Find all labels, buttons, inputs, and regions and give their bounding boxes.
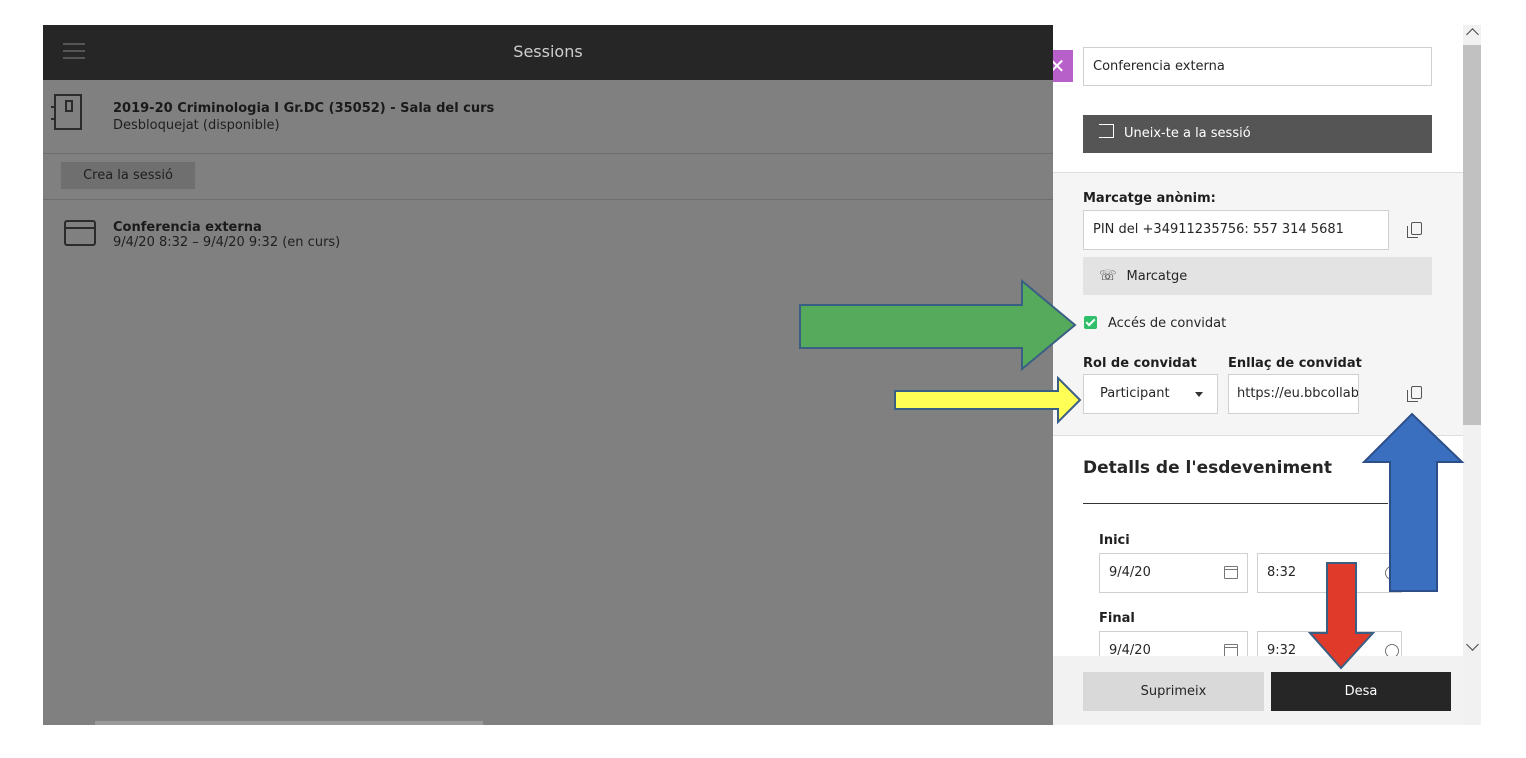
course-status: Desbloquejat (disponible) <box>113 118 280 133</box>
clock-icon[interactable] <box>1385 566 1399 580</box>
panel-footer: Suprimeix Desa <box>1053 656 1463 725</box>
scroll-down-icon[interactable] <box>1466 638 1479 651</box>
session-settings-panel: ✕ Conferencia externa Uneix-te a la sess… <box>1053 25 1463 725</box>
join-session-button[interactable]: Uneix-te a la sessió <box>1083 115 1432 153</box>
page-title: Sessions <box>513 42 583 61</box>
guest-link-field[interactable]: https://eu.bbcollab.com <box>1228 374 1359 414</box>
session-list-item[interactable]: Conferencia externa 9/4/20 8:32 – 9/4/20… <box>43 200 1053 260</box>
session-title: Conferencia externa <box>113 220 262 235</box>
close-icon[interactable]: ✕ <box>1053 50 1073 82</box>
session-time: 9/4/20 8:32 – 9/4/20 9:32 (en curs) <box>113 235 341 250</box>
start-label: Inici <box>1099 533 1130 548</box>
dial-label: Marcatge <box>1126 269 1188 284</box>
join-session-label: Uneix-te a la sessió <box>1124 126 1251 141</box>
course-room-row[interactable]: 2019-20 Criminologia I Gr.DC (35052) - S… <box>43 80 1053 154</box>
scroll-up-icon[interactable] <box>1466 28 1479 41</box>
guest-link-label: Enllaç de convidat <box>1228 356 1362 371</box>
anon-dial-label: Marcatge anònim: <box>1083 191 1216 206</box>
top-bar: Sessions <box>43 25 1053 80</box>
divider <box>1053 435 1463 436</box>
section-rule <box>1083 503 1388 504</box>
create-session-button[interactable]: Crea la sessió <box>61 162 195 189</box>
guest-role-value: Participant <box>1100 386 1170 401</box>
room-door-icon <box>51 94 82 130</box>
scrollbar-thumb[interactable] <box>1463 45 1481 425</box>
chevron-down-icon <box>1195 392 1203 397</box>
start-time-input[interactable]: 8:32 <box>1257 553 1402 593</box>
event-details-title: Detalls de l'esdeveniment <box>1083 458 1332 478</box>
collaborate-app: Sessions 2019-20 Criminologia I Gr.DC (3… <box>43 25 1481 725</box>
dial-button[interactable]: ☏ Marcatge <box>1083 257 1432 295</box>
create-session-row: Crea la sessió <box>43 154 1053 200</box>
calendar-icon <box>64 220 96 246</box>
session-name-input[interactable]: Conferencia externa <box>1083 47 1432 86</box>
course-title: 2019-20 Criminologia I Gr.DC (35052) - S… <box>113 101 495 116</box>
horizontal-scrollbar[interactable] <box>95 721 483 725</box>
guest-role-label: Rol de convidat <box>1083 356 1197 371</box>
guest-access-checkbox[interactable] <box>1084 316 1097 329</box>
pin-field[interactable]: PIN del +34911235756: 557 314 5681 <box>1083 210 1389 250</box>
divider <box>1053 172 1463 173</box>
copy-icon[interactable] <box>1407 386 1422 402</box>
end-label: Final <box>1099 611 1135 626</box>
phone-icon: ☏ <box>1099 268 1117 284</box>
save-button[interactable]: Desa <box>1271 672 1451 711</box>
vertical-scrollbar[interactable] <box>1463 25 1481 725</box>
guest-role-select[interactable]: Participant <box>1083 374 1218 414</box>
calendar-icon[interactable] <box>1224 566 1238 579</box>
copy-icon[interactable] <box>1407 222 1422 238</box>
guest-access-label: Accés de convidat <box>1108 316 1227 331</box>
enter-icon <box>1099 124 1114 138</box>
delete-button[interactable]: Suprimeix <box>1083 672 1264 711</box>
